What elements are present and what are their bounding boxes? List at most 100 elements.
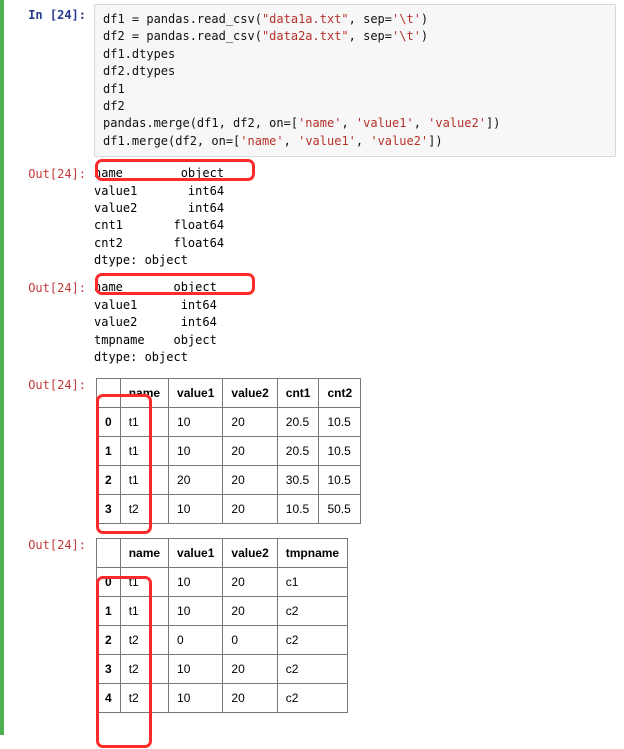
code-text: df1.merge(df2, on=[ bbox=[103, 134, 240, 148]
code-text: df2 = pandas.read_csv( bbox=[103, 29, 262, 43]
code-text: ) bbox=[421, 29, 428, 43]
output-prompt: Out[24]: bbox=[12, 163, 94, 181]
code-text: , bbox=[356, 134, 370, 148]
table-row: 1t11020c2 bbox=[97, 597, 348, 626]
row-index: 1 bbox=[97, 597, 121, 626]
row-index: 3 bbox=[97, 495, 121, 524]
table-header: value2 bbox=[223, 379, 277, 408]
output-dtypes-df1: name object value1 int64 value2 int64 cn… bbox=[94, 163, 616, 271]
table-header: cnt1 bbox=[277, 379, 319, 408]
row-index: 3 bbox=[97, 655, 121, 684]
table-header bbox=[97, 539, 121, 568]
code-text: 'value2' bbox=[370, 134, 428, 148]
table-cell: 20.5 bbox=[277, 408, 319, 437]
table-cell: 20 bbox=[223, 495, 277, 524]
code-text: df1.dtypes bbox=[103, 47, 175, 61]
row-index: 2 bbox=[97, 626, 121, 655]
table-cell: 20 bbox=[169, 466, 223, 495]
table-cell: 30.5 bbox=[277, 466, 319, 495]
row-index: 2 bbox=[97, 466, 121, 495]
row-index: 1 bbox=[97, 437, 121, 466]
table-cell: c2 bbox=[277, 597, 347, 626]
output-df2: namevalue1value2tmpname0t11020c11t11020c… bbox=[94, 534, 616, 717]
table-cell: t1 bbox=[120, 466, 168, 495]
output-prompt: Out[24]: bbox=[12, 534, 94, 552]
table-cell: 10.5 bbox=[319, 466, 361, 495]
table-cell: t1 bbox=[120, 568, 168, 597]
table-cell: t2 bbox=[120, 655, 168, 684]
table-cell: 20 bbox=[223, 437, 277, 466]
table-cell: 20 bbox=[223, 568, 277, 597]
code-text: 'name' bbox=[240, 134, 283, 148]
table-cell: 10.5 bbox=[277, 495, 319, 524]
table-header: value2 bbox=[223, 539, 277, 568]
table-cell: 10 bbox=[169, 437, 223, 466]
table-cell: 20.5 bbox=[277, 437, 319, 466]
table-header: name bbox=[120, 379, 168, 408]
table-header: name bbox=[120, 539, 168, 568]
table-row: 0t11020c1 bbox=[97, 568, 348, 597]
code-text: 'value1' bbox=[356, 116, 414, 130]
table-cell: c1 bbox=[277, 568, 347, 597]
code-text: pandas.merge(df1, df2, on=[ bbox=[103, 116, 298, 130]
input-prompt: In [24]: bbox=[12, 4, 94, 22]
code-text: df1 bbox=[103, 82, 125, 96]
table-header: cnt2 bbox=[319, 379, 361, 408]
code-text: 'name' bbox=[298, 116, 341, 130]
table-row: 4t21020c2 bbox=[97, 684, 348, 713]
table-cell: 10 bbox=[169, 597, 223, 626]
table-cell: 20 bbox=[223, 597, 277, 626]
table-header: value1 bbox=[169, 379, 223, 408]
table-row: 3t21020c2 bbox=[97, 655, 348, 684]
output-df1: namevalue1value2cnt1cnt20t1102020.510.51… bbox=[94, 374, 616, 528]
table-cell: c2 bbox=[277, 626, 347, 655]
row-index: 4 bbox=[97, 684, 121, 713]
dataframe-table: namevalue1value2tmpname0t11020c11t11020c… bbox=[96, 538, 348, 713]
code-text: df2 bbox=[103, 99, 125, 113]
table-cell: 10 bbox=[169, 684, 223, 713]
table-row: 2t200c2 bbox=[97, 626, 348, 655]
table-cell: 0 bbox=[169, 626, 223, 655]
table-row: 3t2102010.550.5 bbox=[97, 495, 361, 524]
code-text: "data1a.txt" bbox=[262, 12, 349, 26]
code-text: 'value2' bbox=[428, 116, 486, 130]
table-row: 2t1202030.510.5 bbox=[97, 466, 361, 495]
table-cell: c2 bbox=[277, 684, 347, 713]
table-cell: 10 bbox=[169, 568, 223, 597]
code-text: , bbox=[284, 134, 298, 148]
code-text: , bbox=[341, 116, 355, 130]
table-cell: t1 bbox=[120, 408, 168, 437]
table-cell: 10 bbox=[169, 655, 223, 684]
table-cell: 20 bbox=[223, 655, 277, 684]
code-text: , sep= bbox=[349, 12, 392, 26]
row-index: 0 bbox=[97, 408, 121, 437]
table-cell: t2 bbox=[120, 626, 168, 655]
code-text: df2.dtypes bbox=[103, 64, 175, 78]
code-text: , sep= bbox=[349, 29, 392, 43]
table-cell: 10 bbox=[169, 408, 223, 437]
output-dtypes-df2: name object value1 int64 value2 int64 tm… bbox=[94, 277, 616, 368]
code-cell[interactable]: df1 = pandas.read_csv("data1a.txt", sep=… bbox=[94, 4, 616, 157]
table-cell: 50.5 bbox=[319, 495, 361, 524]
table-cell: t2 bbox=[120, 684, 168, 713]
code-text: ) bbox=[421, 12, 428, 26]
output-prompt: Out[24]: bbox=[12, 374, 94, 392]
table-cell: t1 bbox=[120, 597, 168, 626]
code-text: "data2a.txt" bbox=[262, 29, 349, 43]
table-cell: 10.5 bbox=[319, 437, 361, 466]
table-cell: c2 bbox=[277, 655, 347, 684]
table-cell: 10.5 bbox=[319, 408, 361, 437]
code-text: , bbox=[414, 116, 428, 130]
code-text: df1 = pandas.read_csv( bbox=[103, 12, 262, 26]
code-text: '\t' bbox=[392, 12, 421, 26]
table-row: 1t1102020.510.5 bbox=[97, 437, 361, 466]
table-cell: 20 bbox=[223, 466, 277, 495]
table-header bbox=[97, 379, 121, 408]
table-cell: 20 bbox=[223, 408, 277, 437]
table-cell: t1 bbox=[120, 437, 168, 466]
table-header: value1 bbox=[169, 539, 223, 568]
code-text: ]) bbox=[486, 116, 500, 130]
table-cell: 0 bbox=[223, 626, 277, 655]
code-text: 'value1' bbox=[298, 134, 356, 148]
dataframe-table: namevalue1value2cnt1cnt20t1102020.510.51… bbox=[96, 378, 361, 524]
